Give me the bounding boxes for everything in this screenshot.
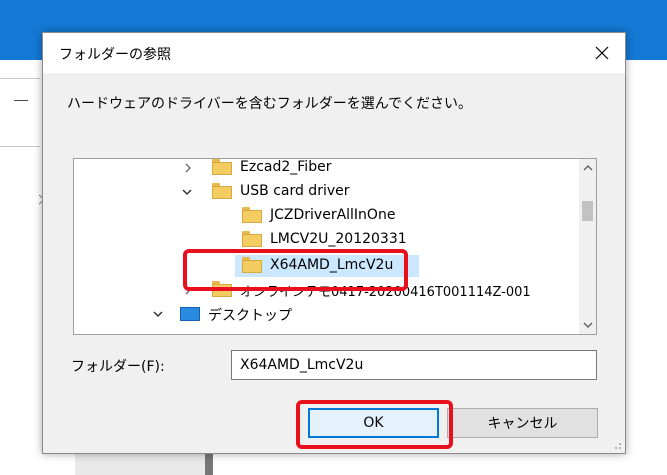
tree-scrollbar[interactable] — [579, 159, 596, 334]
tree-item[interactable]: Ezcad2_Fiber — [74, 159, 574, 181]
folder-field-label: フォルダー(F): — [71, 359, 165, 375]
dialog-title: フォルダーの参照 — [59, 47, 171, 63]
instruction-text: ハードウェアのドライバーを含むフォルダーを選んでください。 — [67, 96, 473, 112]
parent-divider — [0, 78, 40, 79]
tree-item[interactable]: JCZDriverAllInOne — [74, 205, 574, 229]
tree-item-selected[interactable]: X64AMD_LmcV2u — [74, 255, 574, 279]
cancel-button[interactable]: キャンセル — [447, 408, 598, 438]
chevron-down-icon[interactable] — [152, 308, 164, 320]
parent-scrollbar — [205, 452, 213, 475]
resize-grip-icon[interactable] — [612, 440, 622, 450]
tree-item-label: USB card driver — [240, 183, 350, 199]
folder-icon — [242, 257, 262, 273]
folder-field[interactable] — [231, 350, 597, 380]
browse-folder-dialog: フォルダーの参照 ハードウェアのドライバーを含むフォルダーを選んでください。 E… — [42, 32, 626, 454]
close-button[interactable] — [579, 33, 625, 73]
tree-item-label: JCZDriverAllInOne — [270, 207, 396, 223]
ok-button[interactable]: OK — [308, 408, 439, 438]
chevron-down-icon[interactable] — [181, 186, 193, 198]
parent-divider — [0, 146, 40, 147]
folder-icon — [242, 231, 262, 247]
minimize-icon — [14, 100, 28, 101]
folder-tree[interactable]: Ezcad2_Fiber USB card driver JCZDriverAl… — [73, 158, 597, 335]
tree-item-label: X64AMD_LmcV2u — [270, 257, 394, 273]
chevron-right-icon[interactable] — [182, 284, 194, 296]
tree-item[interactable]: オンラインテモ0417-20200416T001114Z-001 — [74, 279, 574, 303]
close-icon — [595, 46, 609, 60]
tree-item-label: デスクトップ — [208, 308, 292, 324]
tree-item[interactable]: LMCV2U_20120331 — [74, 229, 574, 253]
scroll-up-icon[interactable] — [579, 159, 596, 176]
scroll-down-icon[interactable] — [579, 317, 596, 334]
folder-icon — [212, 183, 232, 199]
tree-item[interactable]: デスクトップ — [74, 303, 574, 327]
folder-icon — [212, 159, 232, 175]
tree-item-label: LMCV2U_20120331 — [270, 231, 407, 247]
tree-item[interactable]: USB card driver — [74, 181, 574, 205]
title-bar: フォルダーの参照 — [43, 33, 625, 73]
parent-panel — [75, 452, 205, 475]
tree-item-label: Ezcad2_Fiber — [240, 159, 332, 175]
scroll-thumb[interactable] — [582, 201, 593, 221]
folder-icon — [242, 207, 262, 223]
tree-item-label: オンラインテモ0417-20200416T001114Z-001 — [240, 285, 531, 300]
folder-icon — [212, 281, 232, 297]
desktop-icon — [180, 307, 200, 321]
chevron-right-icon[interactable] — [182, 162, 194, 174]
